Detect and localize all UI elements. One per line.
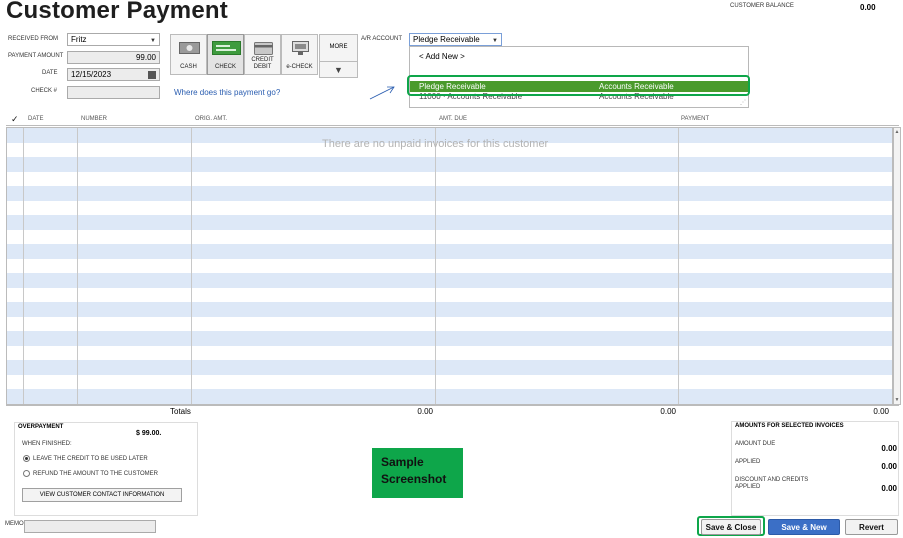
table-row[interactable]: [7, 331, 892, 346]
check-button[interactable]: CHECK: [207, 34, 244, 75]
page-title: Customer Payment: [6, 0, 228, 24]
date-value: 12/15/2023: [71, 70, 112, 79]
leave-credit-radio[interactable]: [23, 455, 30, 462]
ar-option-add-new[interactable]: < Add New >: [410, 51, 748, 63]
table-row[interactable]: [7, 273, 892, 288]
revert-button[interactable]: Revert: [845, 519, 898, 535]
view-contact-info-button[interactable]: VIEW CUSTOMER CONTACT INFORMATION: [22, 488, 182, 502]
discount-label-2: APPLIED: [735, 484, 761, 490]
date-input[interactable]: 12/15/2023: [67, 68, 160, 81]
table-row[interactable]: [7, 360, 892, 375]
memo-input[interactable]: [24, 520, 156, 533]
cash-label: CASH: [180, 64, 197, 70]
arrow-annotation-icon: [369, 86, 395, 100]
payment-amount-input[interactable]: 99.00: [67, 51, 160, 64]
table-row[interactable]: [7, 186, 892, 201]
applied-label: APPLIED: [735, 459, 761, 465]
check-number-label: CHECK #: [31, 88, 58, 94]
check-label: CHECK: [214, 64, 236, 70]
customer-balance-label: CUSTOMER BALANCE: [730, 3, 794, 9]
credit-card-icon: [254, 42, 273, 55]
amounts-panel: AMOUNTS FOR SELECTED INVOICES AMOUNT DUE…: [731, 421, 899, 516]
customer-balance-value: 0.00: [860, 3, 876, 12]
credit-debit-label: CREDIT DEBIT: [251, 57, 274, 70]
scroll-up-icon[interactable]: ▲: [894, 129, 900, 135]
overpayment-amount: $ 99.00.: [136, 430, 162, 437]
sample-screenshot-callout: Sample Screenshot: [372, 448, 463, 498]
table-row[interactable]: [7, 389, 892, 404]
refund-label: REFUND THE AMOUNT TO THE CUSTOMER: [33, 471, 159, 477]
table-row[interactable]: [7, 244, 892, 259]
memo-label: MEMO: [5, 521, 24, 527]
ar-account-label: A/R ACCOUNT: [361, 36, 403, 42]
table-row[interactable]: [7, 171, 892, 186]
applied-value: 0.00: [881, 462, 897, 471]
echeck-label: e-CHECK: [286, 64, 313, 70]
resize-grip-icon[interactable]: ⋰: [740, 99, 746, 106]
save-new-button[interactable]: Save & New: [768, 519, 840, 535]
column-orig-amt[interactable]: ORIG. AMT.: [195, 116, 227, 122]
where-payment-go-link[interactable]: Where does this payment go?: [174, 88, 280, 97]
table-header: ✓ DATE NUMBER ORIG. AMT. AMT. DUE PAYMEN…: [6, 114, 899, 126]
chevron-down-icon: ▼: [492, 38, 498, 44]
totals-amt-due: 0.00: [660, 407, 676, 416]
check-icon: [212, 41, 241, 55]
invoice-table[interactable]: There are no unpaid invoices for this cu…: [6, 127, 893, 405]
checkmark-icon[interactable]: ✓: [11, 114, 19, 125]
amount-due-value: 0.00: [881, 444, 897, 453]
table-row[interactable]: [7, 287, 892, 302]
overpayment-panel: OVERPAYMENT $ 99.00. WHEN FINISHED: LEAV…: [14, 422, 198, 516]
amounts-title: AMOUNTS FOR SELECTED INVOICES: [735, 423, 844, 429]
ar-account-dropdown[interactable]: Pledge Receivable ▼: [409, 33, 502, 46]
refund-radio[interactable]: [23, 470, 30, 477]
chevron-down-icon: ▼: [334, 65, 343, 75]
table-row[interactable]: [7, 157, 892, 172]
discount-value: 0.00: [881, 484, 897, 493]
chevron-down-icon: ▼: [150, 38, 156, 44]
received-from-label: RECEIVED FROM: [8, 36, 59, 42]
date-label: DATE: [42, 70, 58, 76]
table-scrollbar[interactable]: ▲ ▼: [893, 127, 901, 405]
table-row[interactable]: [7, 374, 892, 389]
credit-debit-button[interactable]: CREDIT DEBIT: [244, 34, 281, 75]
when-finished-label: WHEN FINISHED:: [22, 441, 72, 447]
table-row[interactable]: [7, 229, 892, 244]
scroll-down-icon[interactable]: ▼: [894, 397, 900, 403]
column-amt-due[interactable]: AMT. DUE: [439, 116, 467, 122]
calendar-icon[interactable]: [148, 71, 156, 79]
more-label: MORE: [329, 44, 348, 50]
received-from-dropdown[interactable]: Fritz ▼: [67, 33, 160, 46]
more-button[interactable]: MORE ▼: [319, 34, 358, 78]
check-number-input[interactable]: [67, 86, 160, 99]
totals-orig-amt: 0.00: [417, 407, 433, 416]
amount-due-label: AMOUNT DUE: [735, 441, 776, 447]
column-payment[interactable]: PAYMENT: [681, 116, 709, 122]
table-row[interactable]: [7, 316, 892, 331]
table-row[interactable]: [7, 345, 892, 360]
echeck-button[interactable]: e-CHECK: [281, 34, 318, 75]
cash-icon: [179, 42, 200, 54]
totals-row: Totals 0.00 0.00 0.00: [6, 405, 899, 417]
ar-account-value: Pledge Receivable: [413, 35, 480, 44]
cash-button[interactable]: CASH: [170, 34, 207, 75]
table-row[interactable]: [7, 302, 892, 317]
discount-label: DISCOUNT AND CREDITS: [735, 477, 809, 483]
totals-payment: 0.00: [873, 407, 889, 416]
table-row[interactable]: [7, 258, 892, 273]
save-close-button[interactable]: Save & Close: [701, 519, 761, 535]
table-row[interactable]: [7, 215, 892, 230]
table-row[interactable]: [7, 200, 892, 215]
column-number[interactable]: NUMBER: [81, 116, 107, 122]
highlight-frame: [407, 75, 750, 96]
totals-label: Totals: [170, 407, 191, 416]
empty-table-message: There are no unpaid invoices for this cu…: [322, 138, 549, 150]
leave-credit-label: LEAVE THE CREDIT TO BE USED LATER: [33, 456, 148, 462]
payment-amount-label: PAYMENT AMOUNT: [8, 53, 64, 59]
column-date[interactable]: DATE: [28, 116, 44, 122]
echeck-icon: [292, 41, 309, 55]
overpayment-title: OVERPAYMENT: [18, 424, 64, 430]
received-from-value: Fritz: [71, 35, 87, 44]
